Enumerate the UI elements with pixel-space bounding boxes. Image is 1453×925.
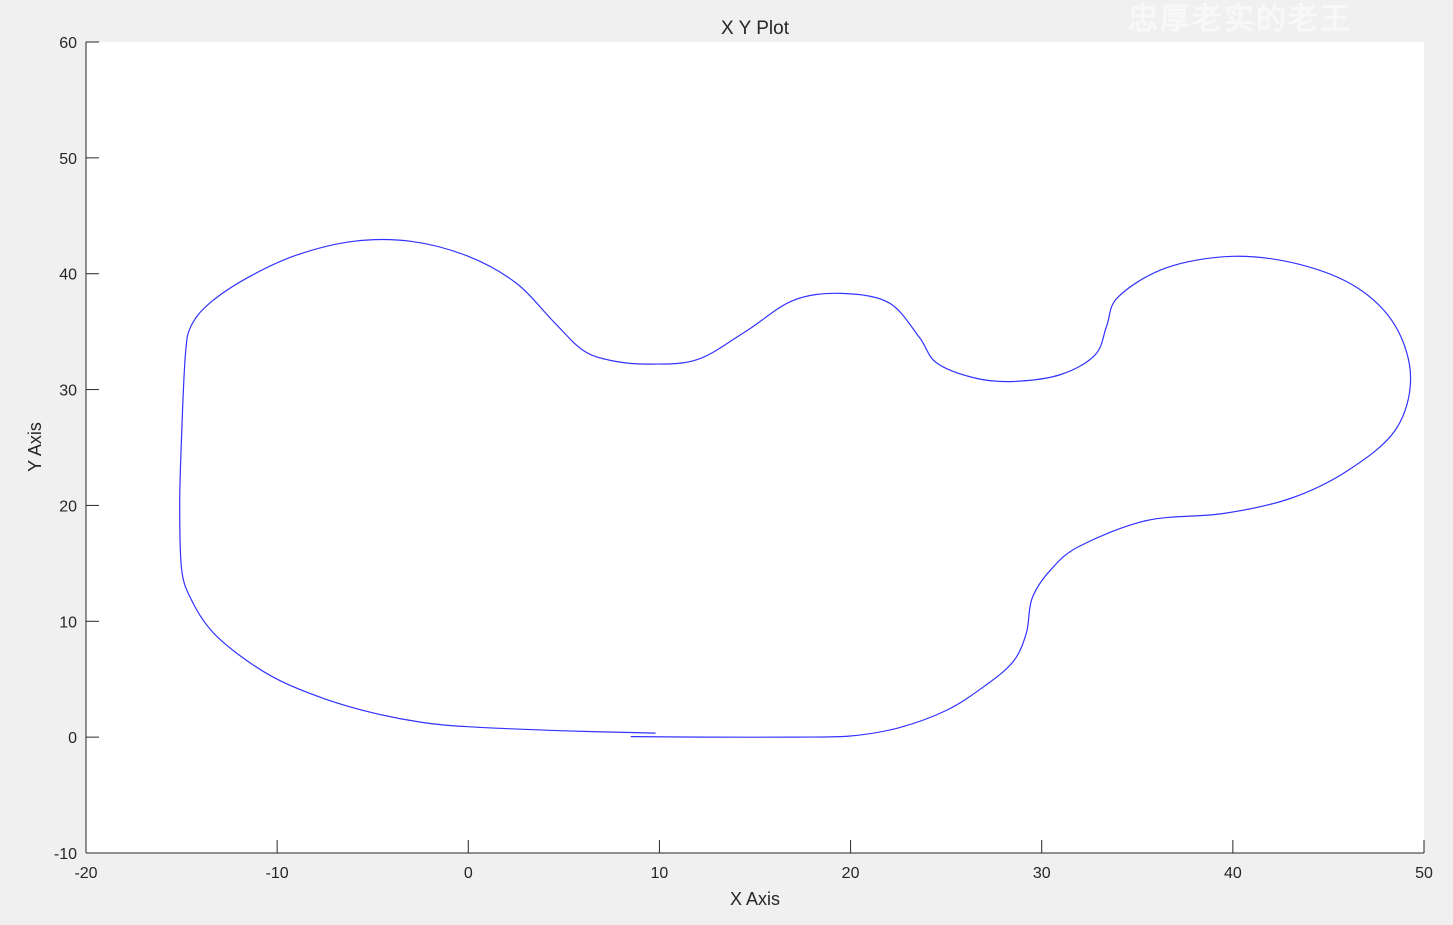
x-tick-label: 30	[1033, 865, 1051, 882]
x-tick-label: 20	[842, 865, 860, 882]
y-tick-label: 20	[59, 498, 77, 515]
y-tick-label: 0	[68, 730, 77, 747]
y-tick-label: 30	[59, 383, 77, 400]
chart-title: X Y Plot	[721, 18, 790, 39]
x-tick-label: -10	[266, 865, 289, 882]
y-tick-label: 40	[59, 267, 77, 284]
x-tick-label: 0	[464, 865, 473, 882]
x-tick-label: 40	[1224, 865, 1242, 882]
y-tick-label: 50	[59, 151, 77, 168]
y-tick-label: -10	[54, 846, 77, 863]
x-tick-label: -20	[74, 865, 97, 882]
y-tick-label: 60	[59, 35, 77, 52]
watermark-text: 忠厚老实的老王	[1128, 2, 1352, 37]
figure: -20 -10 0 10 20 30 40 50 -10 0 10 20 30 40 50 60 X Y P…	[25, 18, 1433, 909]
y-axis-label: Y Axis	[25, 422, 45, 472]
x-tick-label: 50	[1415, 865, 1433, 882]
x-tick-label: 10	[651, 865, 669, 882]
axes-background	[86, 42, 1424, 853]
x-axis-label: X Axis	[730, 889, 780, 909]
y-tick-label: 10	[59, 614, 77, 631]
